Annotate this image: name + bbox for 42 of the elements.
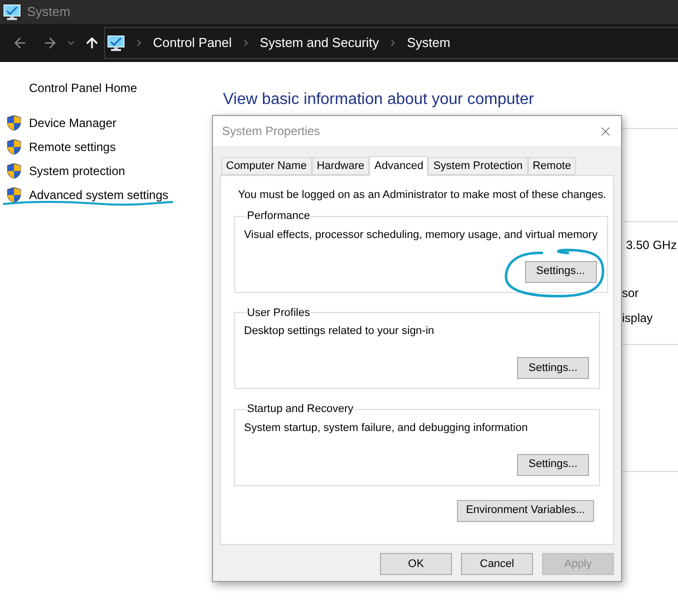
sidebar-link[interactable]: Advanced system settings bbox=[29, 186, 168, 204]
up-icon[interactable] bbox=[84, 35, 100, 51]
shield-icon bbox=[7, 115, 21, 131]
shield-icon bbox=[7, 139, 21, 155]
group-description: Visual effects, processor scheduling, memory usage, and virtual memory bbox=[244, 228, 598, 242]
settings-button[interactable]: Settings... bbox=[517, 357, 589, 379]
system-type-text: sor bbox=[622, 285, 640, 302]
tab[interactable]: Remote bbox=[528, 157, 576, 175]
shield-icon bbox=[7, 163, 21, 179]
processor-speed: 3.50 GHz bbox=[625, 237, 678, 254]
environment-variables-button[interactable]: Environment Variables... bbox=[456, 500, 594, 522]
group-title: User Profiles bbox=[246, 306, 311, 320]
tab[interactable]: Advanced bbox=[369, 156, 428, 176]
shield-icon bbox=[7, 187, 21, 203]
group-description: Desktop settings related to your sign-in bbox=[244, 324, 436, 339]
computer-icon bbox=[3, 4, 21, 20]
breadcrumb[interactable]: Control Panel bbox=[153, 33, 232, 53]
forward-icon[interactable] bbox=[42, 35, 58, 51]
dialog-button[interactable]: OK bbox=[380, 553, 452, 575]
tab[interactable]: Hardware bbox=[312, 157, 370, 175]
settings-button[interactable]: Settings... bbox=[524, 260, 597, 282]
tab[interactable]: Computer Name bbox=[221, 157, 312, 175]
settings-button[interactable]: Settings... bbox=[517, 454, 589, 476]
sidebar-link[interactable]: Control Panel Home bbox=[0, 79, 212, 95]
admin-notice: You must be logged on as an Administrator to make most of these changes. bbox=[237, 188, 606, 202]
tab[interactable]: System Protection bbox=[428, 157, 528, 175]
sidebar-link[interactable]: System protection bbox=[29, 162, 126, 180]
dialog-title: System Properties bbox=[222, 123, 320, 140]
window-title: System bbox=[27, 3, 70, 22]
page-heading: View basic information about your computer bbox=[223, 90, 535, 108]
pen-touch-text: isplay bbox=[622, 310, 654, 327]
group-description: System startup, system failure, and debugging information bbox=[244, 420, 529, 436]
computer-icon bbox=[107, 35, 125, 51]
group-title: Startup and Recovery bbox=[246, 402, 354, 417]
address-bar[interactable]: Control Panel System and Security System bbox=[104, 27, 678, 59]
dialog-button[interactable]: Cancel bbox=[461, 553, 533, 575]
back-icon[interactable] bbox=[12, 35, 28, 51]
sidebar-link[interactable]: Device Manager bbox=[29, 114, 116, 132]
sidebar-link[interactable]: Remote settings bbox=[29, 138, 116, 156]
breadcrumb[interactable]: System bbox=[407, 33, 450, 53]
group-title: Performance bbox=[246, 209, 311, 224]
breadcrumb[interactable]: System and Security bbox=[260, 33, 379, 53]
